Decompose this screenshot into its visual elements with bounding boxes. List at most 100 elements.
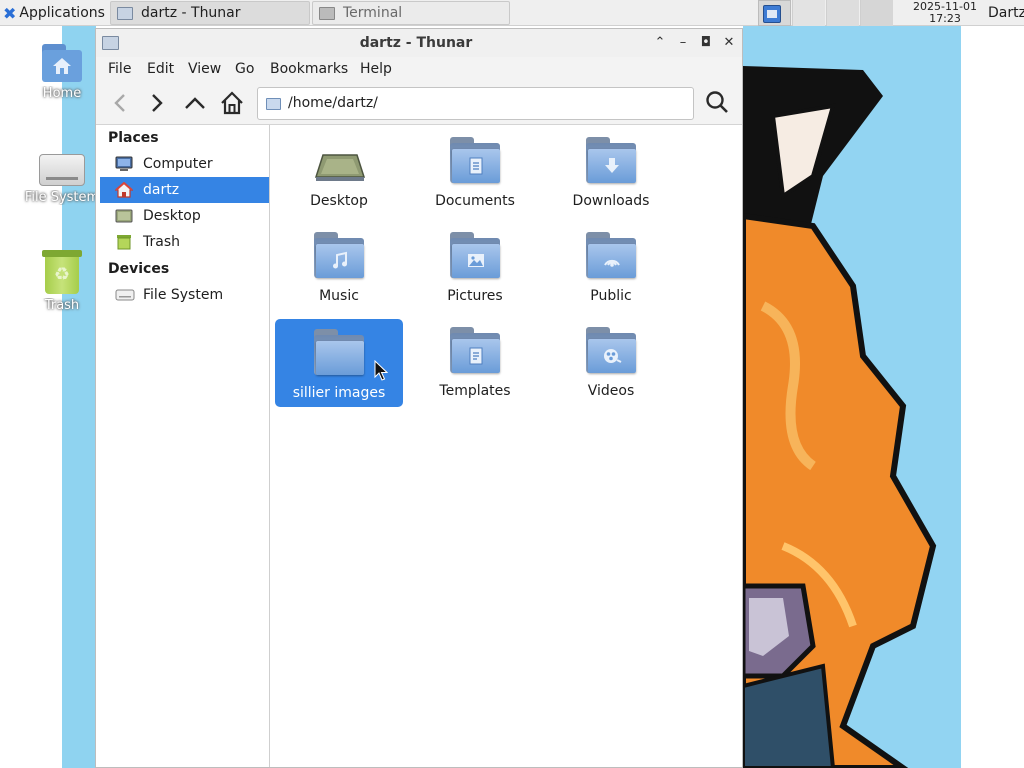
- file-item-label: sillier images: [292, 385, 386, 401]
- location-bar[interactable]: /home/dartz/: [257, 87, 694, 120]
- minimize-button[interactable]: –: [675, 35, 691, 51]
- toolbar: /home/dartz/: [96, 81, 742, 125]
- sidebar-item-label: dartz: [143, 182, 180, 198]
- panel-clock[interactable]: 2025-11-01 17:23: [906, 0, 984, 26]
- file-view[interactable]: Desktop Documents Downloads Music Pictur…: [270, 125, 742, 767]
- file-item-downloads[interactable]: Downloads: [547, 127, 675, 215]
- window-titlebar[interactable]: dartz - Thunar ⌃ – ◘ ✕: [96, 29, 742, 57]
- taskbar-item-label: dartz - Thunar: [141, 5, 241, 21]
- clock-time: 17:23: [929, 12, 961, 25]
- applications-label: Applications: [19, 5, 105, 21]
- sidebar-item-label: Trash: [143, 234, 180, 250]
- location-path[interactable]: /home/dartz/: [288, 88, 378, 119]
- top-panel: ✖ Applications dartz - Thunar Terminal 2…: [0, 0, 1024, 26]
- workspace-1-button[interactable]: [758, 0, 791, 26]
- file-item-label: Public: [590, 288, 632, 304]
- xfce-logo-icon: ✖: [3, 3, 17, 23]
- file-item-music[interactable]: Music: [275, 222, 403, 310]
- home-button[interactable]: [219, 90, 245, 116]
- sidebar-item-desktop[interactable]: Desktop: [100, 203, 269, 229]
- chevron-up-icon: [185, 97, 205, 109]
- maximize-button[interactable]: ◘: [698, 35, 714, 51]
- file-item-label: Desktop: [310, 193, 368, 209]
- file-item-label: Templates: [439, 383, 511, 399]
- desktop-folder-icon: [314, 137, 365, 185]
- desktop-icon-label: Trash: [44, 298, 80, 313]
- menu-file[interactable]: File: [108, 57, 131, 81]
- sidebar-item-file-system[interactable]: File System: [100, 282, 269, 308]
- templates-folder-icon: [450, 327, 500, 375]
- sidebar-item-computer[interactable]: Computer: [100, 151, 269, 177]
- sidebar-header-devices: Devices: [108, 261, 170, 277]
- search-button[interactable]: [704, 89, 730, 115]
- taskbar-item-terminal[interactable]: Terminal: [312, 1, 510, 25]
- workspace-2-button[interactable]: [792, 0, 825, 26]
- thunar-window: dartz - Thunar ⌃ – ◘ ✕ File Edit View Go…: [95, 28, 743, 768]
- file-item-documents[interactable]: Documents: [411, 127, 539, 215]
- workspace-window-icon: [763, 5, 781, 23]
- sidebar-item-label: Desktop: [143, 208, 201, 224]
- terminal-window-icon: [319, 6, 335, 20]
- file-item-pictures[interactable]: Pictures: [411, 222, 539, 310]
- desktop-icon-label: File System: [24, 190, 100, 205]
- file-item-label: Pictures: [447, 288, 503, 304]
- file-item-templates[interactable]: Templates: [411, 317, 539, 405]
- menu-go[interactable]: Go: [235, 57, 254, 81]
- menu-help[interactable]: Help: [360, 57, 392, 81]
- parent-folder-button[interactable]: [182, 90, 208, 116]
- desktop-icon-home[interactable]: Home: [22, 42, 102, 101]
- documents-folder-icon: [450, 137, 500, 185]
- workspace-3-button[interactable]: [826, 0, 859, 26]
- menu-edit[interactable]: Edit: [147, 57, 174, 81]
- file-item-label: Videos: [587, 383, 635, 399]
- desktop-icon: [115, 208, 133, 224]
- file-item-public[interactable]: Public: [547, 222, 675, 310]
- drive-icon: [115, 287, 135, 303]
- menu-bookmarks[interactable]: Bookmarks: [270, 57, 348, 81]
- home-folder-icon: [42, 42, 82, 82]
- user-menu-button[interactable]: Dartz: [988, 0, 1024, 26]
- taskbar-item-label: Terminal: [343, 5, 403, 21]
- shade-button[interactable]: ⌃: [652, 35, 668, 51]
- file-item-desktop[interactable]: Desktop: [275, 127, 403, 215]
- close-button[interactable]: ✕: [721, 35, 737, 51]
- pictures-folder-icon: [450, 232, 500, 280]
- file-item-label: Downloads: [572, 193, 650, 209]
- file-item-videos[interactable]: Videos: [547, 317, 675, 405]
- home-icon: [221, 91, 243, 115]
- sidebar-header-places: Places: [108, 130, 159, 146]
- videos-folder-icon: [586, 327, 636, 375]
- chevron-left-icon: [114, 94, 125, 112]
- public-folder-icon: [586, 232, 636, 280]
- file-item-label: Music: [319, 288, 359, 304]
- folder-icon: [314, 329, 364, 377]
- menu-view[interactable]: View: [188, 57, 221, 81]
- forward-button[interactable]: [144, 90, 170, 116]
- wallpaper-art: [743, 26, 1024, 768]
- applications-menu-button[interactable]: ✖ Applications: [0, 0, 110, 26]
- mouse-cursor-icon: [374, 360, 388, 381]
- search-icon: [706, 91, 728, 113]
- sidebar-item-label: File System: [143, 287, 224, 303]
- desktop-icon-file-system[interactable]: File System: [22, 150, 102, 205]
- folder-window-icon: [117, 6, 133, 20]
- window-title: dartz - Thunar: [359, 35, 473, 51]
- trash-icon: [42, 250, 82, 294]
- folder-icon: [266, 98, 281, 110]
- downloads-folder-icon: [586, 137, 636, 185]
- desktop-wallpaper: [743, 26, 1024, 768]
- computer-icon: [115, 156, 133, 172]
- sidebar-item-trash[interactable]: Trash: [100, 229, 269, 255]
- taskbar-item-thunar[interactable]: dartz - Thunar: [110, 1, 310, 25]
- home-icon: [114, 181, 134, 198]
- chevron-right-icon: [152, 94, 163, 112]
- workspace-4-button[interactable]: [860, 0, 893, 26]
- desktop-icon-trash[interactable]: Trash: [22, 250, 102, 313]
- trash-icon: [115, 234, 133, 250]
- file-item-label: Documents: [435, 193, 515, 209]
- back-button[interactable]: [108, 90, 134, 116]
- menu-bar: File Edit View Go Bookmarks Help: [96, 57, 742, 81]
- sidebar-item-dartz[interactable]: dartz: [100, 177, 269, 203]
- desktop-wallpaper-strip: [62, 26, 96, 768]
- hard-drive-icon: [39, 154, 85, 186]
